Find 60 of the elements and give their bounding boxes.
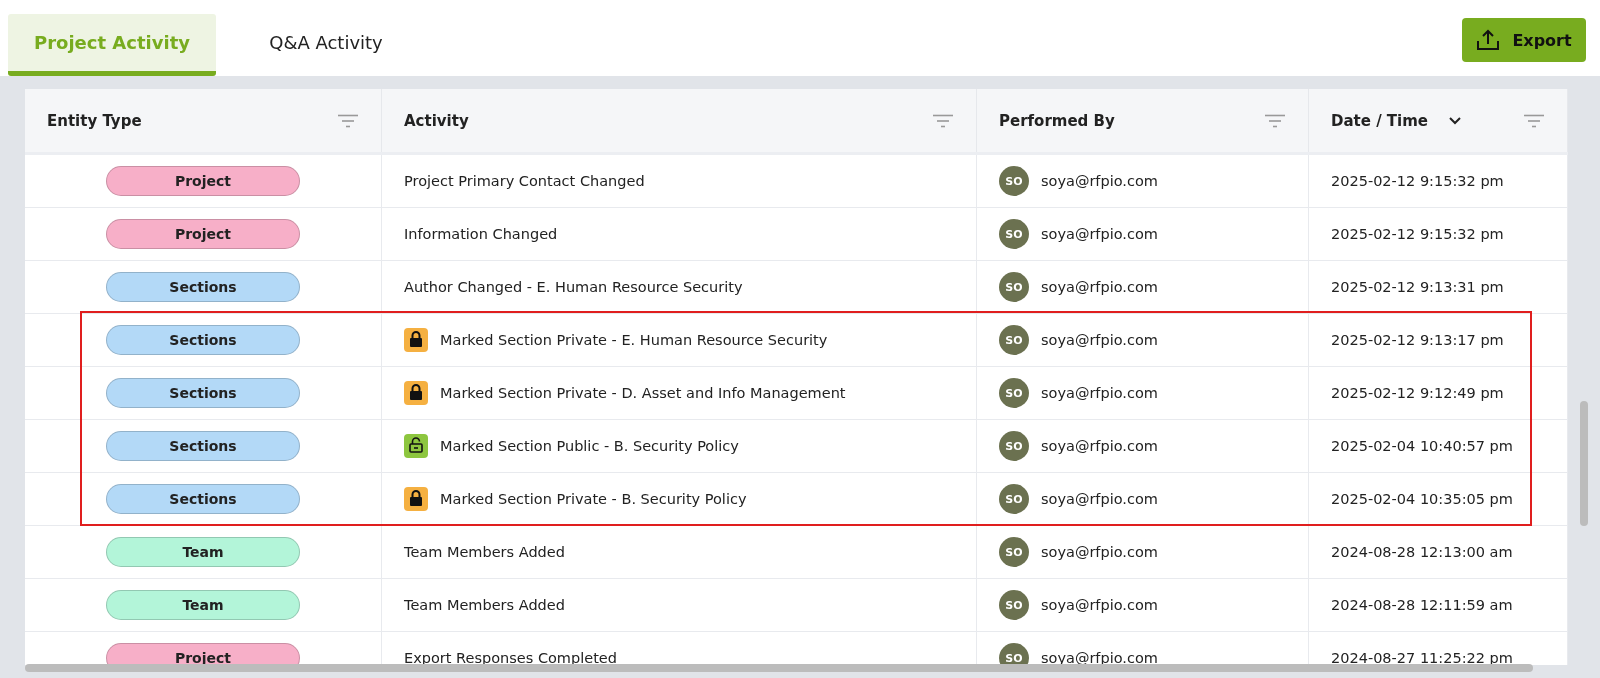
entity-tag: Sections [106,325,300,355]
export-button[interactable]: Export [1462,18,1586,62]
avatar: SO [999,643,1029,665]
user-email: soya@rfpio.com [1041,544,1158,560]
date-time-text: 2025-02-12 9:13:31 pm [1331,279,1504,295]
entity-tag: Sections [106,378,300,408]
entity-tag: Team [106,537,300,567]
activity-text: Author Changed - E. Human Resource Security [404,279,743,295]
user-email: soya@rfpio.com [1041,332,1158,348]
user-email: soya@rfpio.com [1041,226,1158,242]
entity-tag: Sections [106,272,300,302]
avatar: SO [999,272,1029,302]
date-time-text: 2025-02-12 9:15:32 pm [1331,173,1504,189]
date-time-text: 2024-08-28 12:11:59 am [1331,597,1513,613]
activity-text: Marked Section Private - B. Security Policy [440,491,747,507]
user-email: soya@rfpio.com [1041,597,1158,613]
user-email: soya@rfpio.com [1041,279,1158,295]
avatar: SO [999,431,1029,461]
activity-text: Team Members Added [404,597,565,613]
activity-text: Marked Section Private - E. Human Resource Security [440,332,828,348]
column-header[interactable]: Date / Time [1331,111,1429,130]
date-time-text: 2025-02-12 9:15:32 pm [1331,226,1504,242]
date-time-text: 2024-08-28 12:13:00 am [1331,544,1513,560]
activity-text: Information Changed [404,226,558,242]
entity-tag: Team [106,590,300,620]
entity-tag: Sections [106,431,300,461]
date-time-text: 2025-02-04 10:40:57 pm [1331,438,1513,454]
user-email: soya@rfpio.com [1041,438,1158,454]
chevron-icon[interactable] [1448,115,1463,126]
user-email: soya@rfpio.com [1041,173,1158,189]
filter-icon[interactable] [932,113,954,128]
column-header[interactable]: Entity Type [47,111,142,130]
vertical-scrollbar[interactable] [1580,401,1588,526]
upload-icon [1476,29,1501,51]
activity-text: Project Primary Contact Changed [404,173,645,189]
column-header[interactable]: Performed By [999,111,1115,130]
avatar: SO [999,219,1029,249]
avatar: SO [999,325,1029,355]
entity-tag: Sections [106,484,300,514]
column-header[interactable]: Activity [404,111,469,130]
avatar: SO [999,166,1029,196]
user-email: soya@rfpio.com [1041,491,1158,507]
filter-icon[interactable] [1523,113,1545,128]
activity-text: Marked Section Public - B. Security Policy [440,438,739,454]
date-time-text: 2025-02-04 10:35:05 pm [1331,491,1513,507]
avatar: SO [999,484,1029,514]
user-email: soya@rfpio.com [1041,385,1158,401]
date-time-text: 2025-02-12 9:12:49 pm [1331,385,1504,401]
date-time-text: 2025-02-12 9:13:17 pm [1331,332,1504,348]
horizontal-scrollbar[interactable] [25,664,1533,672]
avatar: SO [999,590,1029,620]
entity-tag: Project [106,219,300,249]
filter-icon[interactable] [337,113,359,128]
avatar: SO [999,378,1029,408]
activity-text: Team Members Added [404,544,565,560]
entity-tag: Project [106,166,300,196]
activity-text: Marked Section Private - D. Asset and Info Management [440,385,846,401]
avatar: SO [999,537,1029,567]
filter-icon[interactable] [1264,113,1286,128]
tab[interactable]: Q&A Activity [216,14,436,76]
